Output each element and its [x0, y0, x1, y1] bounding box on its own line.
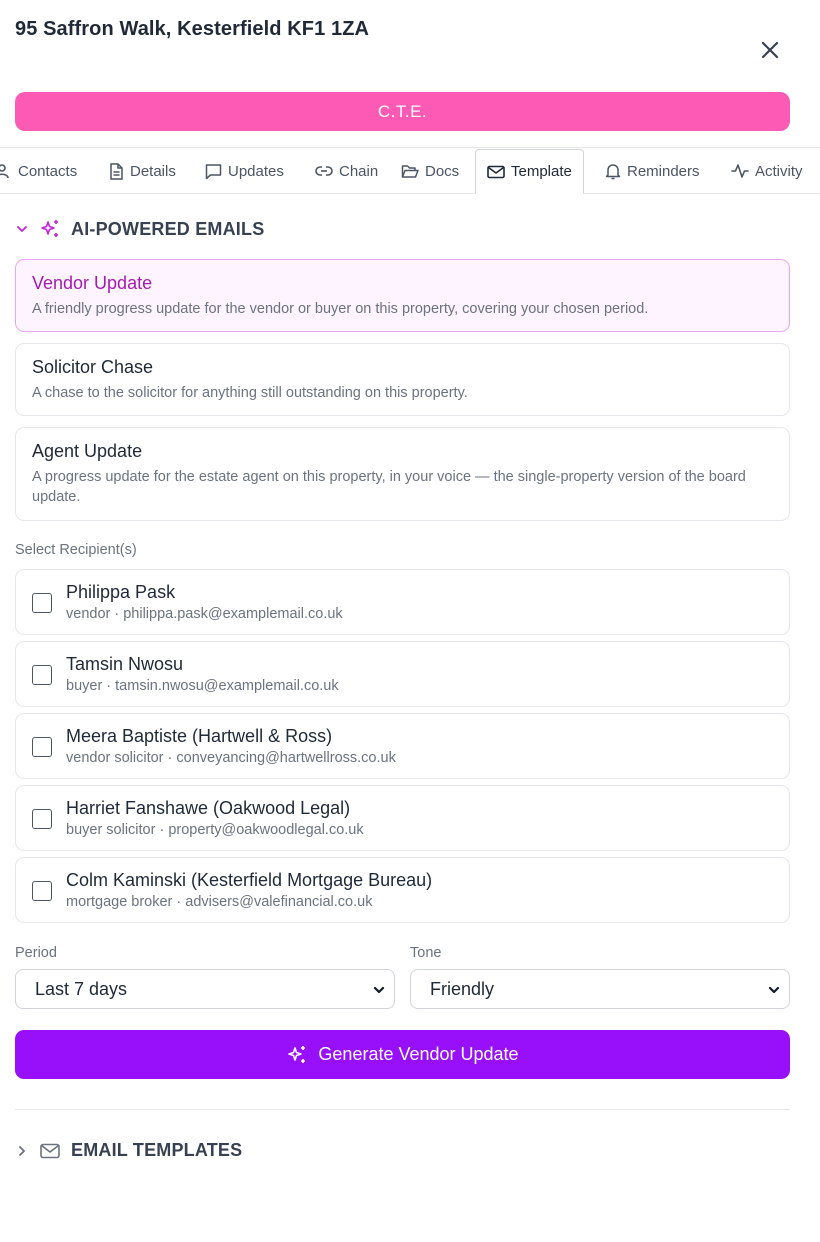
- template-card-vendor-update[interactable]: Vendor Update A friendly progress update…: [15, 259, 790, 332]
- period-label: Period: [15, 945, 57, 961]
- generate-button-label: Generate Vendor Update: [318, 1044, 519, 1064]
- tab-label: Contacts: [18, 162, 78, 180]
- recipient-row[interactable]: Tamsin Nwosu buyer · tamsin.nwosu@exampl…: [15, 641, 790, 707]
- recipient-detail: vendor · philippa.pask@examplemail.co.uk: [66, 606, 343, 622]
- close-button[interactable]: [756, 36, 784, 64]
- template-title: Solicitor Chase: [32, 357, 154, 377]
- tone-select[interactable]: Friendly: [410, 969, 790, 1009]
- mail-icon: [487, 165, 505, 178]
- recipient-checkbox[interactable]: [32, 665, 52, 685]
- recipient-detail: vendor solicitor · conveyancing@hartwell…: [66, 750, 396, 766]
- recipient-row[interactable]: Harriet Fanshawe (Oakwood Legal) buyer s…: [15, 785, 790, 851]
- user-icon: [0, 164, 9, 179]
- recipient-name: Colm Kaminski (Kesterfield Mortgage Bure…: [66, 870, 433, 890]
- ai-emails-section-toggle[interactable]: AI-POWERED EMAILS: [15, 218, 264, 240]
- recipients-label: Select Recipient(s): [15, 542, 137, 558]
- recipient-detail: mortgage broker · advisers@valefinancial…: [66, 894, 373, 910]
- tab-updates[interactable]: Updates: [205, 148, 284, 194]
- modal-header: 95 Saffron Walk, Kesterfield KF1 1ZA: [0, 0, 820, 92]
- section-title: EMAIL TEMPLATES: [71, 1140, 243, 1160]
- recipient-checkbox[interactable]: [32, 881, 52, 901]
- tab-label: Activity: [755, 162, 803, 180]
- template-description: A chase to the solicitor for anything st…: [32, 385, 468, 401]
- sparkles-icon: [288, 1045, 306, 1063]
- recipient-detail: buyer solicitor · property@oakwoodlegal.…: [66, 822, 364, 838]
- tab-bar: Contacts Details Updates Chain Docs Temp…: [0, 147, 820, 194]
- template-description: A progress update for the estate agent o…: [32, 469, 746, 505]
- chevron-right-icon: [19, 1145, 25, 1156]
- sparkles-icon: [41, 220, 58, 237]
- template-card-agent-update[interactable]: Agent Update A progress update for the e…: [15, 427, 790, 521]
- template-card-solicitor-chase[interactable]: Solicitor Chase A chase to the solicitor…: [15, 343, 790, 416]
- section-divider: [15, 1109, 790, 1110]
- tab-contacts[interactable]: Contacts: [0, 148, 77, 194]
- generate-button[interactable]: Generate Vendor Update: [15, 1030, 790, 1079]
- recipient-checkbox[interactable]: [32, 809, 52, 829]
- status-badge[interactable]: C.T.E.: [15, 92, 790, 131]
- link-icon: [315, 166, 333, 176]
- bell-icon: [605, 163, 621, 179]
- chevron-down-icon: [17, 226, 27, 232]
- tab-label: Chain: [339, 162, 379, 180]
- recipient-detail: buyer · tamsin.nwosu@examplemail.co.uk: [66, 678, 339, 694]
- file-text-icon: [110, 162, 123, 180]
- tab-reminders[interactable]: Reminders: [605, 148, 700, 194]
- tab-label: Updates: [228, 162, 284, 180]
- template-description: A friendly progress update for the vendo…: [32, 301, 649, 317]
- activity-icon: [731, 164, 749, 178]
- tab-label: Reminders: [627, 162, 700, 180]
- template-title: Vendor Update: [32, 273, 153, 293]
- tone-label: Tone: [410, 945, 442, 961]
- recipient-row[interactable]: Meera Baptiste (Hartwell & Ross) vendor …: [15, 713, 790, 779]
- folder-open-icon: [401, 164, 419, 178]
- recipient-row[interactable]: Philippa Pask vendor · philippa.pask@exa…: [15, 569, 790, 635]
- template-title: Agent Update: [32, 441, 143, 461]
- recipient-checkbox[interactable]: [32, 593, 52, 613]
- recipient-row[interactable]: Colm Kaminski (Kesterfield Mortgage Bure…: [15, 857, 790, 923]
- recipient-name: Harriet Fanshawe (Oakwood Legal): [66, 798, 351, 818]
- page-title: 95 Saffron Walk, Kesterfield KF1 1ZA: [15, 18, 370, 40]
- tab-label: Details: [130, 162, 176, 180]
- recipient-name: Tamsin Nwosu: [66, 654, 184, 674]
- section-title: AI-POWERED EMAILS: [71, 218, 265, 239]
- tab-template[interactable]: Template: [475, 149, 584, 194]
- tab-label: Docs: [425, 162, 460, 180]
- recipient-name: Meera Baptiste (Hartwell & Ross): [66, 726, 333, 746]
- recipient-checkbox[interactable]: [32, 737, 52, 757]
- tab-activity[interactable]: Activity: [731, 148, 803, 194]
- tone-value: Friendly: [430, 978, 495, 999]
- tab-docs[interactable]: Docs: [401, 148, 459, 194]
- mail-icon: [40, 1143, 60, 1158]
- period-value: Last 7 days: [35, 978, 128, 999]
- close-icon: [761, 41, 779, 59]
- tab-chain[interactable]: Chain: [315, 148, 378, 194]
- message-square-icon: [205, 163, 222, 179]
- tab-details[interactable]: Details: [109, 148, 176, 194]
- chevron-down-icon: [373, 986, 385, 994]
- tab-label: Template: [511, 163, 572, 180]
- recipient-name: Philippa Pask: [66, 582, 176, 602]
- period-select[interactable]: Last 7 days: [15, 969, 395, 1009]
- email-templates-section-toggle[interactable]: EMAIL TEMPLATES: [15, 1140, 242, 1161]
- chevron-down-icon: [768, 986, 780, 994]
